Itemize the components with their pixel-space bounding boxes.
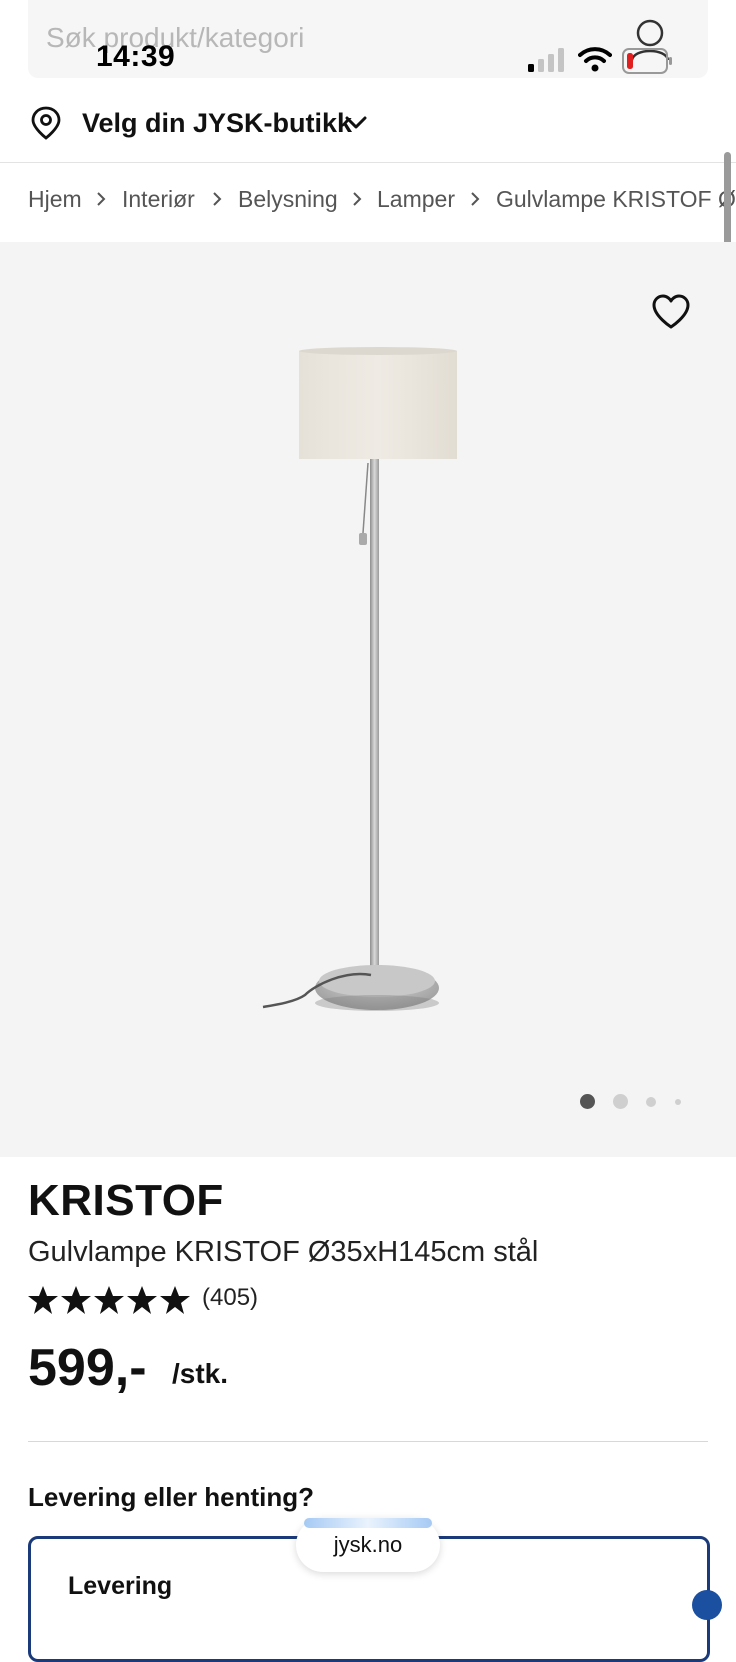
gallery-dot-active[interactable] <box>580 1094 595 1109</box>
breadcrumb-lamps[interactable]: Lamper <box>377 186 455 213</box>
store-selector[interactable]: Velg din JYSK-butikk <box>0 92 736 163</box>
chevron-right-icon <box>471 192 480 206</box>
store-label: Velg din JYSK-butikk <box>82 108 353 138</box>
breadcrumb-interior[interactable]: Interiør <box>122 186 195 213</box>
product-price: 599,- <box>28 1339 147 1397</box>
cellular-signal-icon <box>528 48 564 72</box>
browser-url-text: jysk.no <box>333 1532 403 1557</box>
gallery-dot[interactable] <box>646 1097 656 1107</box>
delivery-radio-selected[interactable] <box>692 1590 722 1620</box>
product-name: Gulvlampe KRISTOF Ø35xH145cm stål <box>28 1236 539 1268</box>
review-count[interactable]: (405) <box>202 1284 258 1312</box>
breadcrumb-lighting[interactable]: Belysning <box>238 186 338 213</box>
divider <box>28 1441 708 1442</box>
star-icon <box>127 1286 157 1314</box>
chevron-right-icon <box>353 192 362 206</box>
star-icon <box>61 1286 91 1314</box>
gallery-dot[interactable] <box>613 1094 628 1109</box>
chevron-right-icon <box>213 192 222 206</box>
delivery-option-title: Levering <box>68 1572 173 1600</box>
status-time: 14:39 <box>96 40 176 73</box>
product-brand: KRISTOF <box>28 1176 224 1225</box>
star-icon <box>94 1286 124 1314</box>
star-icon <box>160 1286 190 1314</box>
product-image-floor-lamp <box>262 347 457 1011</box>
rating-stars[interactable] <box>28 1284 192 1318</box>
wifi-icon <box>578 47 612 72</box>
chevron-down-icon <box>345 116 367 129</box>
star-icon <box>28 1286 58 1314</box>
price-unit: /stk. <box>172 1358 229 1389</box>
breadcrumb-home[interactable]: Hjem <box>28 186 82 213</box>
chevron-right-icon <box>97 192 106 206</box>
battery-icon <box>622 48 672 74</box>
delivery-question: Levering eller henting? <box>28 1482 315 1512</box>
gallery-dot[interactable] <box>675 1099 681 1105</box>
breadcrumb-current: Gulvlampe KRISTOF Ø35xH145cm stål <box>496 186 736 212</box>
location-pin-icon <box>31 106 61 140</box>
url-pill-highlight <box>304 1518 432 1528</box>
favorite-heart-icon[interactable] <box>651 294 691 330</box>
breadcrumb: Hjem Interiør Belysning Lamper Gulvlampe… <box>0 162 736 242</box>
